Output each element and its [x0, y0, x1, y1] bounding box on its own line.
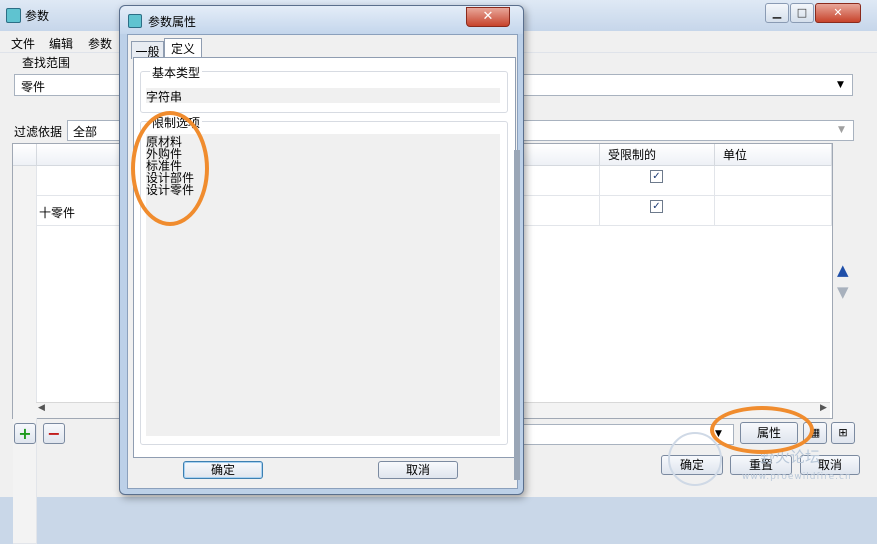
- dialog-close-button[interactable]: ✕: [466, 7, 510, 27]
- dialog-ok-button[interactable]: 确定: [183, 461, 263, 479]
- filter-value: 全部: [73, 125, 98, 139]
- remove-parameter-button[interactable]: −: [43, 423, 65, 444]
- row-unit-cell[interactable]: [715, 166, 832, 196]
- filter-label: 过滤依据: [14, 125, 63, 139]
- chevron-down-icon: ▼: [838, 125, 845, 135]
- row-unit-cell[interactable]: [715, 196, 832, 226]
- menu-edit[interactable]: 编辑: [49, 35, 73, 52]
- restricted-checkbox[interactable]: ✓: [650, 170, 663, 183]
- watermark-url: www.proewildfire.cn: [742, 472, 852, 482]
- binoculars-icon[interactable]: ⊞: [831, 422, 855, 444]
- move-down-icon[interactable]: ▼: [837, 283, 849, 301]
- row-restricted-cell: ✓: [600, 166, 715, 196]
- search-scope-label: 查找范围: [22, 56, 71, 70]
- dialog-title: 参数属性: [148, 15, 197, 29]
- parameter-properties-dialog: 参数属性 ✕ 一般 定义 基本类型 字符串 限制选项 原材料 外购件 标准件 设…: [119, 5, 524, 495]
- main-window-title: 参数: [25, 9, 50, 23]
- annotation-oval: [710, 406, 814, 454]
- chevron-down-icon: ▼: [837, 80, 844, 90]
- dialog-icon: [128, 14, 142, 28]
- search-scope-value: 零件: [21, 80, 46, 94]
- maximize-button[interactable]: □: [790, 3, 814, 23]
- row-header-column: [13, 166, 37, 544]
- dialog-cancel-button[interactable]: 取消: [378, 461, 458, 479]
- minimize-button[interactable]: ▁: [765, 3, 789, 23]
- tab-definition[interactable]: 定义: [164, 38, 202, 59]
- base-type-value: 字符串: [146, 90, 183, 104]
- scroll-right-icon[interactable]: ▶: [820, 403, 827, 413]
- move-up-icon[interactable]: ▲: [837, 261, 849, 279]
- dialog-client-area: 一般 定义 基本类型 字符串 限制选项 原材料 外购件 标准件 设计部件 设计零…: [127, 34, 518, 489]
- dialog-title-bar[interactable]: 参数属性: [120, 6, 523, 34]
- main-close-button[interactable]: ✕: [815, 3, 861, 23]
- menu-file[interactable]: 文件: [11, 35, 35, 52]
- table-corner: [13, 144, 37, 166]
- add-parameter-button[interactable]: +: [14, 423, 36, 444]
- base-type-field: 字符串: [146, 88, 500, 104]
- annotation-oval: [131, 111, 209, 226]
- app-icon: [6, 8, 21, 23]
- definition-tab-page: 基本类型 字符串 限制选项 原材料 外购件 标准件 设计部件 设计零件: [133, 57, 516, 458]
- scroll-left-icon[interactable]: ◀: [38, 403, 45, 413]
- base-type-label: 基本类型: [150, 64, 203, 81]
- restricted-checkbox[interactable]: ✓: [650, 200, 663, 213]
- row-restricted-cell: ✓: [600, 196, 715, 226]
- dialog-edge-scrollbar[interactable]: [514, 150, 520, 480]
- menu-parameter[interactable]: 参数: [88, 35, 112, 52]
- column-header-unit[interactable]: 单位: [715, 144, 832, 166]
- row-name-text: 十零件: [39, 206, 76, 220]
- column-header-restricted[interactable]: 受限制的: [600, 144, 715, 166]
